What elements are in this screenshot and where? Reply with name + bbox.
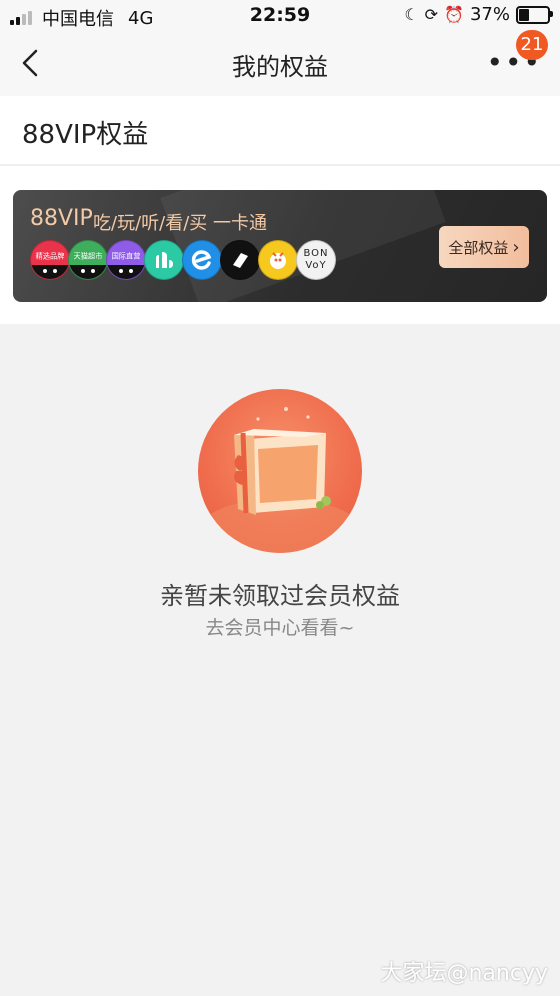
moon-icon: ☾ bbox=[404, 5, 419, 24]
status-bar: 中国电信 4G 22:59 ☾ ⟳ ⏰ 37% bbox=[0, 0, 560, 32]
xiami-icon bbox=[220, 240, 260, 280]
bonvoy-icon: BON VoY bbox=[296, 240, 336, 280]
section-title: 88VIP权益 bbox=[22, 120, 149, 150]
tmall-cat-0: 精选品牌 bbox=[30, 240, 70, 280]
vip-brand: 88VIP bbox=[30, 206, 93, 231]
vip-slogan: 吃/玩/听/看/买 一卡通 bbox=[93, 213, 267, 234]
partner-logos: 精选品牌 天猫超市 国际直营 BON VoY bbox=[30, 240, 336, 280]
gift-box-illustration bbox=[198, 389, 362, 553]
eleme-icon bbox=[182, 240, 222, 280]
fliggy-icon bbox=[258, 240, 298, 280]
partner-label: BON VoY bbox=[303, 248, 329, 271]
tmall-cat-1: 天猫超市 bbox=[68, 240, 108, 280]
all-benefits-button[interactable]: 全部权益 › bbox=[439, 226, 529, 268]
nav-bar: 我的权益 ••• 21 bbox=[0, 30, 560, 96]
watermark: 大家坛@nancyy bbox=[380, 961, 548, 986]
vip-card-container: 88VIP 吃/玩/听/看/买 一卡通 精选品牌 天猫超市 国际直营 BON VoY … bbox=[0, 166, 560, 324]
alarm-icon: ⏰ bbox=[444, 5, 464, 24]
partner-label: 国际直营 bbox=[111, 252, 141, 261]
battery-percent: 37% bbox=[469, 4, 510, 25]
notification-badge[interactable]: 21 bbox=[516, 30, 548, 60]
battery-icon bbox=[516, 5, 553, 24]
section-header: 88VIP权益 bbox=[0, 96, 560, 164]
page-title: 我的权益 bbox=[232, 53, 328, 81]
go-member-center-link[interactable]: 去会员中心看看~ bbox=[0, 613, 560, 640]
vip-card[interactable]: 88VIP 吃/玩/听/看/买 一卡通 精选品牌 天猫超市 国际直营 BON VoY … bbox=[13, 190, 547, 302]
empty-state-message: 亲暂未领取过会员权益 bbox=[160, 582, 400, 610]
partner-label: 天猫超市 bbox=[73, 252, 103, 261]
all-benefits-label: 全部权益 bbox=[448, 238, 509, 257]
chevron-right-icon: › bbox=[512, 236, 520, 258]
partner-label: 精选品牌 bbox=[35, 252, 65, 261]
tmall-cat-2: 国际直营 bbox=[106, 240, 146, 280]
rotation-lock-icon: ⟳ bbox=[424, 5, 439, 24]
youku-icon bbox=[144, 240, 184, 280]
